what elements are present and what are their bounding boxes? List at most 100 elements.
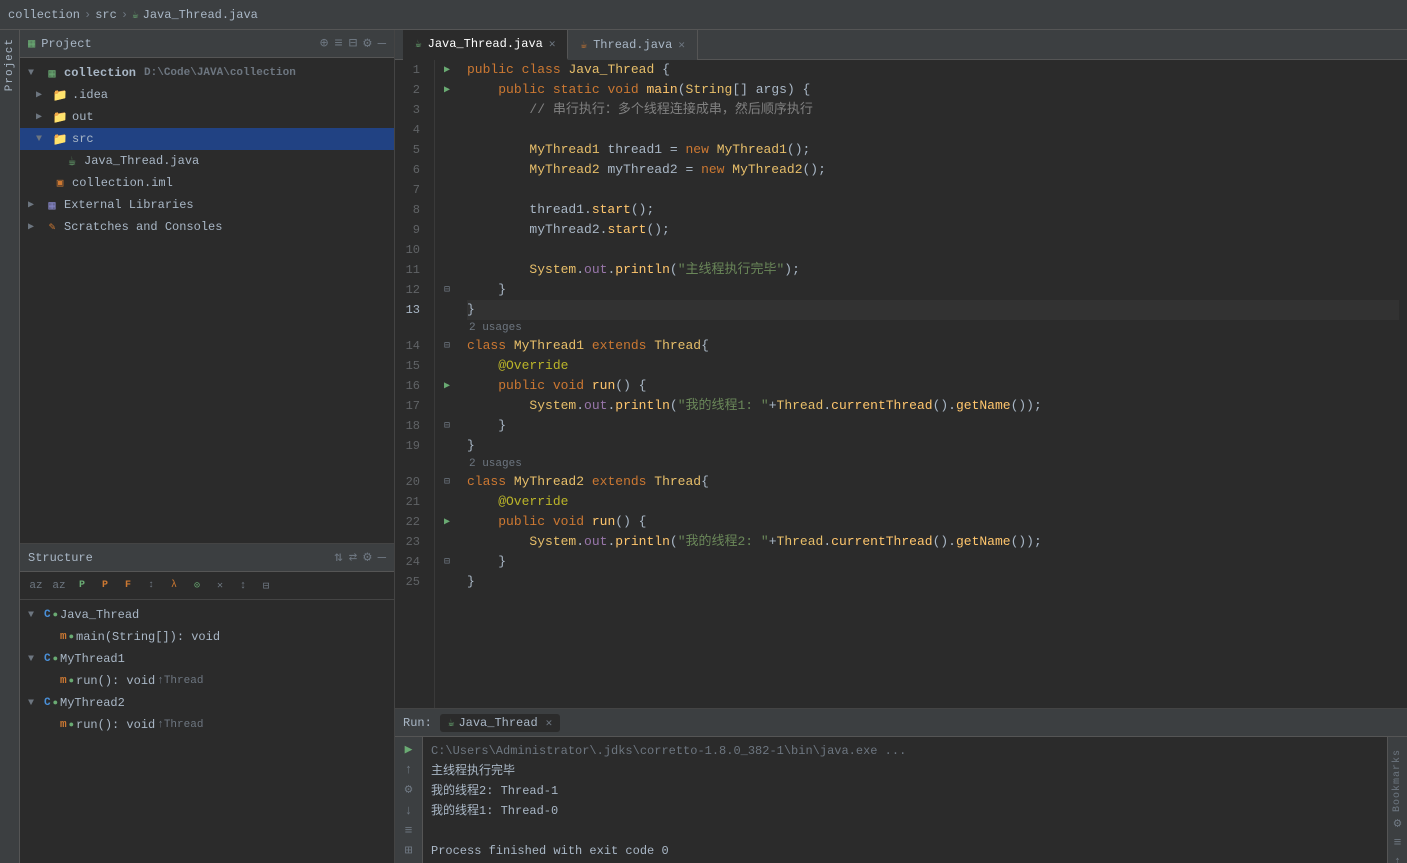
code-line-19: } xyxy=(467,436,1399,456)
run-print-btn[interactable]: ⊞ xyxy=(399,843,419,859)
run-icon-1[interactable]: ▶ xyxy=(444,64,450,76)
gutter-9 xyxy=(435,220,459,240)
gutter-2: ▶ xyxy=(435,80,459,100)
code-line-23: System . out . println ( "我的线程2: " + Thr… xyxy=(467,532,1399,552)
run-icon-2[interactable]: ▶ xyxy=(444,84,450,96)
run-play-btn[interactable]: ▶ xyxy=(399,741,419,757)
minimize-icon[interactable]: — xyxy=(378,36,386,52)
run-toolbar: ▶ ↑ ⚙ ↓ ≡ ⊞ xyxy=(395,737,423,863)
struct-type-run1: ↑Thread xyxy=(157,675,203,687)
tree-item-java-thread[interactable]: ▶ ☕ Java_Thread.java xyxy=(20,150,394,172)
bookmarks-label[interactable]: Bookmarks xyxy=(1392,749,1403,812)
gutter-4 xyxy=(435,120,459,140)
show-inner-btn[interactable]: ↕ xyxy=(141,576,161,596)
ln-usages1 xyxy=(395,320,426,336)
code-line-15: @Override xyxy=(467,356,1399,376)
out-folder-icon: 📁 xyxy=(52,109,68,125)
gutter-23 xyxy=(435,532,459,552)
project-panel-icon: ▦ xyxy=(28,36,35,51)
struct-item-main[interactable]: ▼ m ● main(String[]): void xyxy=(20,626,394,648)
editor-tabs: ☕ Java_Thread.java ✕ ☕ Thread.java ✕ xyxy=(395,30,1407,60)
tree-item-src[interactable]: ▼ 📁 src xyxy=(20,128,394,150)
settings-icon[interactable]: ⚙ xyxy=(363,35,371,52)
struct-sort-icon[interactable]: ⇅ xyxy=(334,549,342,566)
method-icon-run1: m xyxy=(60,675,67,687)
usages-row-1: 2 usages xyxy=(467,320,1399,336)
access-icon-main: ● xyxy=(69,632,74,642)
tree-item-iml[interactable]: ▶ ▣ collection.iml xyxy=(20,172,394,194)
tree-item-collection[interactable]: ▼ ▦ collection D:\Code\JAVA\collection xyxy=(20,62,394,84)
struct-run2-content: m ● run(): void ↑Thread xyxy=(60,718,203,732)
tree-item-idea[interactable]: ▶ 📁 .idea xyxy=(20,84,394,106)
breadcrumb-collection[interactable]: collection xyxy=(8,8,80,22)
tab-close-java[interactable]: ✕ xyxy=(549,37,556,51)
tab-thread[interactable]: ☕ Thread.java ✕ xyxy=(568,30,697,60)
collapse-all-btn[interactable]: ⊟ xyxy=(256,576,276,596)
bottom-icon-3[interactable]: ↕ xyxy=(1388,854,1407,863)
bottom-icon-1[interactable]: ⚙ xyxy=(1388,816,1407,831)
fold-icon-24[interactable]: ⊟ xyxy=(444,556,450,568)
struct-settings-icon[interactable]: ⚙ xyxy=(363,549,371,566)
show-public-btn[interactable]: P xyxy=(72,576,92,596)
show-anon-btn[interactable]: ⊙ xyxy=(187,576,207,596)
show-fields-btn[interactable]: F xyxy=(118,576,138,596)
output-line-1: C:\Users\Administrator\.jdks\corretto-1.… xyxy=(431,741,1379,761)
fold-icon-18[interactable]: ⊟ xyxy=(444,420,450,432)
show-protected-btn[interactable]: P xyxy=(95,576,115,596)
struct-item-content: C ● Java_Thread xyxy=(44,608,139,622)
breadcrumb-file[interactable]: ☕ Java_Thread.java xyxy=(132,8,258,22)
src-folder-icon: 📁 xyxy=(52,131,68,147)
project-panel-title: Project xyxy=(41,37,314,51)
run-tab-close[interactable]: ✕ xyxy=(546,716,553,730)
sort-visibility-btn[interactable]: az xyxy=(49,576,69,596)
structure-title: Structure xyxy=(28,551,328,565)
breadcrumb-src[interactable]: src xyxy=(95,8,117,22)
code-content[interactable]: public class Java_Thread { public static xyxy=(459,60,1407,708)
ln-18: 18 xyxy=(395,416,426,436)
struct-item-mythread1[interactable]: ▼ C ● MyThread1 xyxy=(20,648,394,670)
fold-icon-12[interactable]: ⊟ xyxy=(444,284,450,296)
run-icon-16[interactable]: ▶ xyxy=(444,380,450,392)
code-editor: 1 2 3 4 5 6 7 8 9 10 11 12 13 14 15 16 xyxy=(395,60,1407,708)
run-content: ▶ ↑ ⚙ ↓ ≡ ⊞ C:\Users\Administrator\.jdks… xyxy=(395,737,1407,863)
fold-icon-20[interactable]: ⊟ xyxy=(444,476,450,488)
struct-item-run2[interactable]: ▼ m ● run(): void ↑Thread xyxy=(20,714,394,736)
show-private-btn[interactable]: ✕ xyxy=(210,576,230,596)
run-wrap-btn[interactable]: ≡ xyxy=(399,822,419,838)
ln-7: 7 xyxy=(395,180,426,200)
tree-item-out[interactable]: ▶ 📁 out xyxy=(20,106,394,128)
run-tab[interactable]: ☕ Java_Thread ✕ xyxy=(440,714,560,732)
sort-icon[interactable]: ≡ xyxy=(334,36,342,52)
sort-alpha-btn[interactable]: az xyxy=(26,576,46,596)
bottom-icon-sidebar: Bookmarks ⚙ ≡ ↕ ⊞ ⊟ xyxy=(1387,737,1407,863)
collapse-arrow-src: ▼ xyxy=(36,134,48,145)
show-lambdas-btn[interactable]: λ xyxy=(164,576,184,596)
fold-icon-14[interactable]: ⊟ xyxy=(444,340,450,352)
ln-12: 12 xyxy=(395,280,426,300)
filter-icon[interactable]: ⊟ xyxy=(349,35,357,52)
tree-item-scratches[interactable]: ▶ ✎ Scratches and Consoles xyxy=(20,216,394,238)
gutter-15 xyxy=(435,356,459,376)
tab-close-thread[interactable]: ✕ xyxy=(678,38,685,52)
gutter-24: ⊟ xyxy=(435,552,459,572)
project-panel-icons: ⊕ ≡ ⊟ ⚙ — xyxy=(320,35,386,52)
code-line-9: myThread2. start (); xyxy=(467,220,1399,240)
run-scroll-btn[interactable]: ↓ xyxy=(399,802,419,818)
run-settings-btn[interactable]: ⚙ xyxy=(399,782,419,798)
ln-19: 19 xyxy=(395,436,426,456)
struct-filter-icon[interactable]: ⇄ xyxy=(349,549,357,566)
project-sidebar-label[interactable]: Project xyxy=(4,38,16,91)
struct-item-java-thread[interactable]: ▼ C ● Java_Thread xyxy=(20,604,394,626)
bottom-icon-2[interactable]: ≡ xyxy=(1388,835,1407,850)
access-icon-jt: ● xyxy=(53,610,58,620)
struct-minimize-icon[interactable]: — xyxy=(378,550,386,566)
run-stop-btn[interactable]: ↑ xyxy=(399,761,419,777)
struct-item-mythread2[interactable]: ▼ C ● MyThread2 xyxy=(20,692,394,714)
code-line-20: class MyThread2 extends Thread { xyxy=(467,472,1399,492)
expand-all-btn[interactable]: ↕ xyxy=(233,576,253,596)
tree-item-ext-libs[interactable]: ▶ ▦ External Libraries xyxy=(20,194,394,216)
locate-icon[interactable]: ⊕ xyxy=(320,35,328,52)
run-icon-22[interactable]: ▶ xyxy=(444,516,450,528)
struct-item-run1[interactable]: ▼ m ● run(): void ↑Thread xyxy=(20,670,394,692)
tab-java-thread[interactable]: ☕ Java_Thread.java ✕ xyxy=(403,30,568,60)
